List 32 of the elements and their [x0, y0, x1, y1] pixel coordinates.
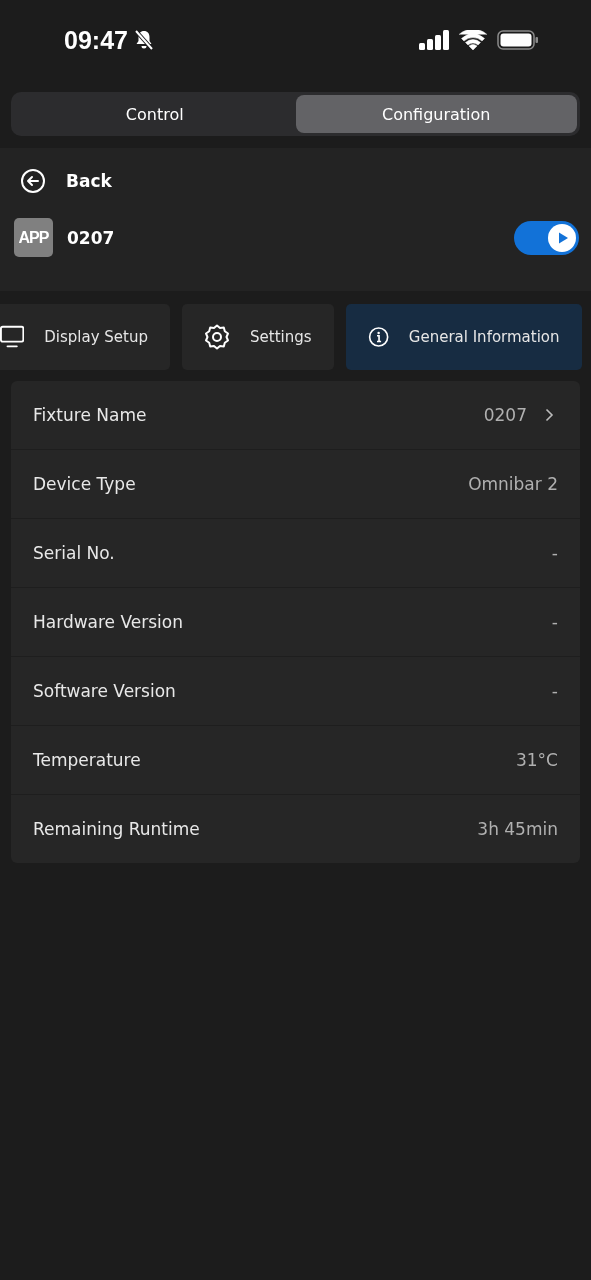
settings-icon [204, 324, 230, 350]
info-icon [367, 324, 389, 350]
row-value: 0207 [483, 405, 527, 425]
row-label: Device Type [33, 474, 137, 494]
signal-icon [419, 30, 449, 50]
row-value: 3h 45min [477, 819, 558, 839]
row-value: Omnibar 2 [468, 474, 558, 494]
menu-tab[interactable]: Display Setup [0, 304, 170, 370]
menu-tab[interactable]: Settings [182, 304, 334, 370]
row-value: 31°C [516, 750, 558, 770]
row-value: - [551, 681, 558, 701]
row-label: Temperature [33, 750, 142, 770]
row-value: - [551, 612, 558, 632]
chevron-icon[interactable] [545, 408, 554, 422]
row-label: Serial No. [33, 543, 116, 563]
wifi-icon [459, 30, 487, 50]
back-button[interactable]: Back [14, 162, 118, 200]
play-icon [548, 223, 576, 252]
menu-tab[interactable]: General Information [345, 304, 582, 370]
monitor-icon [0, 325, 25, 349]
row-label: Remaining Runtime [33, 819, 201, 839]
battery-icon [497, 30, 539, 50]
segment-tab[interactable]: Configuration [295, 95, 577, 133]
row-label: Fixture Name [33, 405, 148, 425]
status-time: 09:47 [64, 25, 128, 55]
power-toggle[interactable] [514, 220, 579, 255]
row-label: Software Version [33, 681, 177, 701]
row-label: Hardware Version [33, 612, 184, 632]
segment-tab[interactable]: Control [14, 95, 296, 133]
row-value: - [551, 543, 558, 563]
app-badge: APP [14, 218, 53, 257]
device-name: 0207 [67, 227, 116, 248]
